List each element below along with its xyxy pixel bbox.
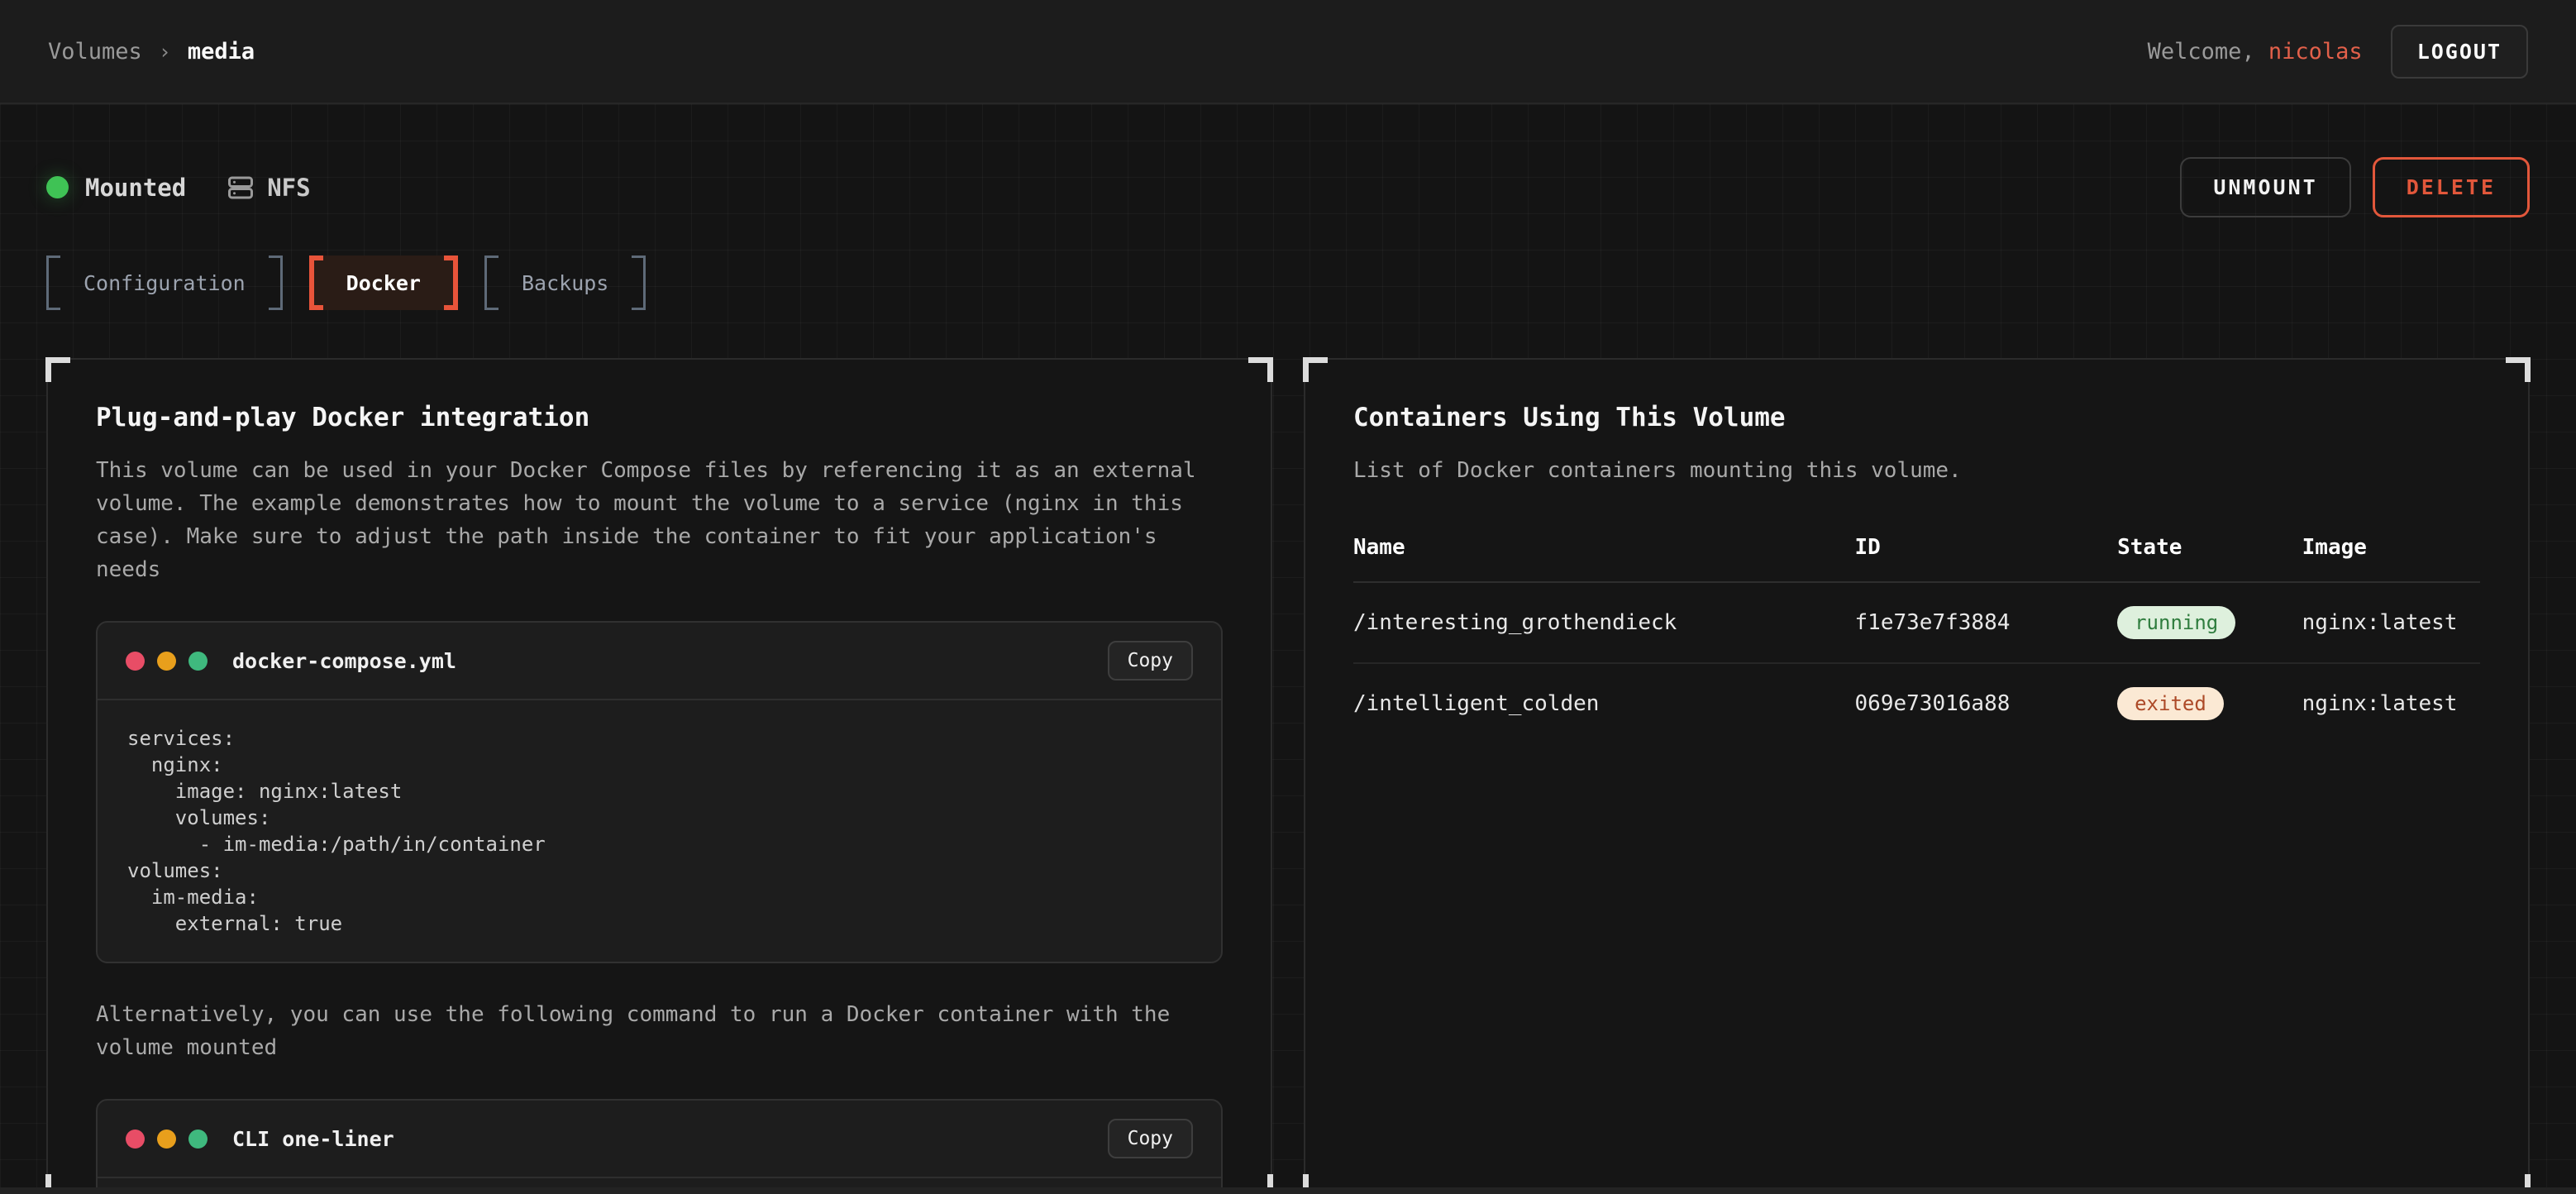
green-dot-icon bbox=[188, 1130, 208, 1149]
server-icon bbox=[226, 173, 255, 203]
tab-bracket-left bbox=[46, 256, 60, 310]
code-line: image: nginx:latest bbox=[127, 778, 1191, 805]
compose-copy-button[interactable]: Copy bbox=[1108, 641, 1193, 681]
code-line: external: true bbox=[127, 910, 1191, 937]
cli-code-block: CLI one-liner Copy docker run -v im-medi… bbox=[96, 1099, 1223, 1194]
docker-integration-title: Plug-and-play Docker integration bbox=[96, 403, 1223, 432]
tab-bracket-right bbox=[632, 256, 646, 310]
welcome-text: Welcome, nicolas bbox=[2148, 39, 2363, 64]
cli-copy-button[interactable]: Copy bbox=[1108, 1119, 1193, 1158]
username: nicolas bbox=[2268, 39, 2363, 64]
code-line: services: bbox=[127, 725, 1191, 752]
corner-bracket-icon bbox=[45, 357, 70, 382]
docker-integration-panel: Plug-and-play Docker integration This vo… bbox=[46, 358, 1272, 1194]
corner-bracket-icon bbox=[2506, 357, 2531, 382]
containers-panel-description: List of Docker containers mounting this … bbox=[1353, 454, 2469, 487]
code-line: nginx: bbox=[127, 752, 1191, 778]
container-id: f1e73e7f3884 bbox=[1855, 610, 2118, 635]
status-badge: exited bbox=[2117, 687, 2224, 720]
driver-label: NFS bbox=[267, 174, 310, 202]
tab-bar: Configuration Docker Backups bbox=[46, 256, 2530, 310]
container-image: nginx:latest bbox=[2302, 610, 2480, 635]
code-line: volumes: bbox=[127, 857, 1191, 884]
panels-row: Plug-and-play Docker integration This vo… bbox=[46, 358, 2530, 1194]
breadcrumb-volumes-link[interactable]: Volumes bbox=[48, 39, 142, 64]
red-dot-icon bbox=[126, 652, 145, 671]
cli-code-header: CLI one-liner Copy bbox=[98, 1101, 1221, 1178]
code-line: im-media: bbox=[127, 884, 1191, 910]
tab-docker-label: Docker bbox=[323, 256, 444, 310]
code-line: volumes: bbox=[127, 805, 1191, 831]
tab-bracket-left bbox=[484, 256, 499, 310]
table-row: /interesting_grothendieck f1e73e7f3884 r… bbox=[1353, 583, 2480, 664]
compose-code-header: docker-compose.yml Copy bbox=[98, 623, 1221, 700]
compose-code-block: docker-compose.yml Copy services: nginx:… bbox=[96, 621, 1223, 963]
welcome-prefix: Welcome, bbox=[2148, 39, 2268, 64]
tab-bracket-right bbox=[269, 256, 283, 310]
docker-integration-description: This volume can be used in your Docker C… bbox=[96, 454, 1212, 586]
traffic-light-dots-icon bbox=[126, 652, 208, 671]
tab-backups[interactable]: Backups bbox=[484, 256, 646, 310]
mounted-status-dot-icon bbox=[46, 176, 69, 198]
top-bar: Volumes › media Welcome, nicolas LOGOUT bbox=[0, 0, 2576, 104]
mounted-status-label: Mounted bbox=[85, 174, 186, 202]
tab-bracket-left bbox=[309, 256, 323, 310]
cli-filename: CLI one-liner bbox=[232, 1127, 394, 1151]
containers-panel-title: Containers Using This Volume bbox=[1353, 403, 2480, 432]
column-header-state: State bbox=[2117, 535, 2302, 560]
container-state: running bbox=[2117, 606, 2302, 639]
cli-intro-text: Alternatively, you can use the following… bbox=[96, 998, 1212, 1064]
driver-group: NFS bbox=[226, 173, 310, 203]
corner-bracket-icon bbox=[1248, 357, 1273, 382]
status-badge: running bbox=[2117, 606, 2235, 639]
yellow-dot-icon bbox=[157, 1130, 176, 1149]
containers-table: Name ID State Image /interesting_grothen… bbox=[1353, 535, 2480, 743]
delete-button[interactable]: DELETE bbox=[2373, 157, 2530, 217]
compose-code-body: services: nginx: image: nginx:latest vol… bbox=[98, 700, 1221, 962]
volume-status-row: Mounted NFS UNMOUNT DELETE bbox=[46, 104, 2530, 217]
container-state: exited bbox=[2117, 687, 2302, 720]
containers-panel: Containers Using This Volume List of Doc… bbox=[1304, 358, 2530, 1194]
tab-docker[interactable]: Docker bbox=[309, 256, 458, 310]
traffic-light-dots-icon bbox=[126, 1130, 208, 1149]
code-line: - im-media:/path/in/container bbox=[127, 831, 1191, 857]
green-dot-icon bbox=[188, 652, 208, 671]
column-header-image: Image bbox=[2302, 535, 2480, 560]
red-dot-icon bbox=[126, 1130, 145, 1149]
logout-button[interactable]: LOGOUT bbox=[2391, 25, 2528, 79]
container-name: /intelligent_colden bbox=[1353, 691, 1855, 716]
tab-configuration-label: Configuration bbox=[60, 256, 269, 310]
compose-filename: docker-compose.yml bbox=[232, 649, 456, 673]
table-row: /intelligent_colden 069e73016a88 exited … bbox=[1353, 664, 2480, 743]
bottom-strip bbox=[0, 1187, 2576, 1194]
topbar-right: Welcome, nicolas LOGOUT bbox=[2148, 25, 2528, 79]
tab-configuration[interactable]: Configuration bbox=[46, 256, 283, 310]
yellow-dot-icon bbox=[157, 652, 176, 671]
breadcrumb-separator-icon: › bbox=[159, 40, 171, 64]
column-header-id: ID bbox=[1855, 535, 2118, 560]
column-header-name: Name bbox=[1353, 535, 1855, 560]
breadcrumb-current-page: media bbox=[188, 39, 255, 64]
container-image: nginx:latest bbox=[2302, 691, 2480, 716]
container-name: /interesting_grothendieck bbox=[1353, 610, 1855, 635]
breadcrumb: Volumes › media bbox=[48, 39, 255, 64]
unmount-button[interactable]: UNMOUNT bbox=[2180, 157, 2350, 217]
main-content: Mounted NFS UNMOUNT DELETE Configuration… bbox=[0, 104, 2576, 1194]
table-header-row: Name ID State Image bbox=[1353, 535, 2480, 583]
tab-bracket-right bbox=[444, 256, 458, 310]
status-actions: UNMOUNT DELETE bbox=[2180, 157, 2530, 217]
corner-bracket-icon bbox=[1303, 357, 1328, 382]
tab-backups-label: Backups bbox=[499, 256, 632, 310]
container-id: 069e73016a88 bbox=[1855, 691, 2118, 716]
